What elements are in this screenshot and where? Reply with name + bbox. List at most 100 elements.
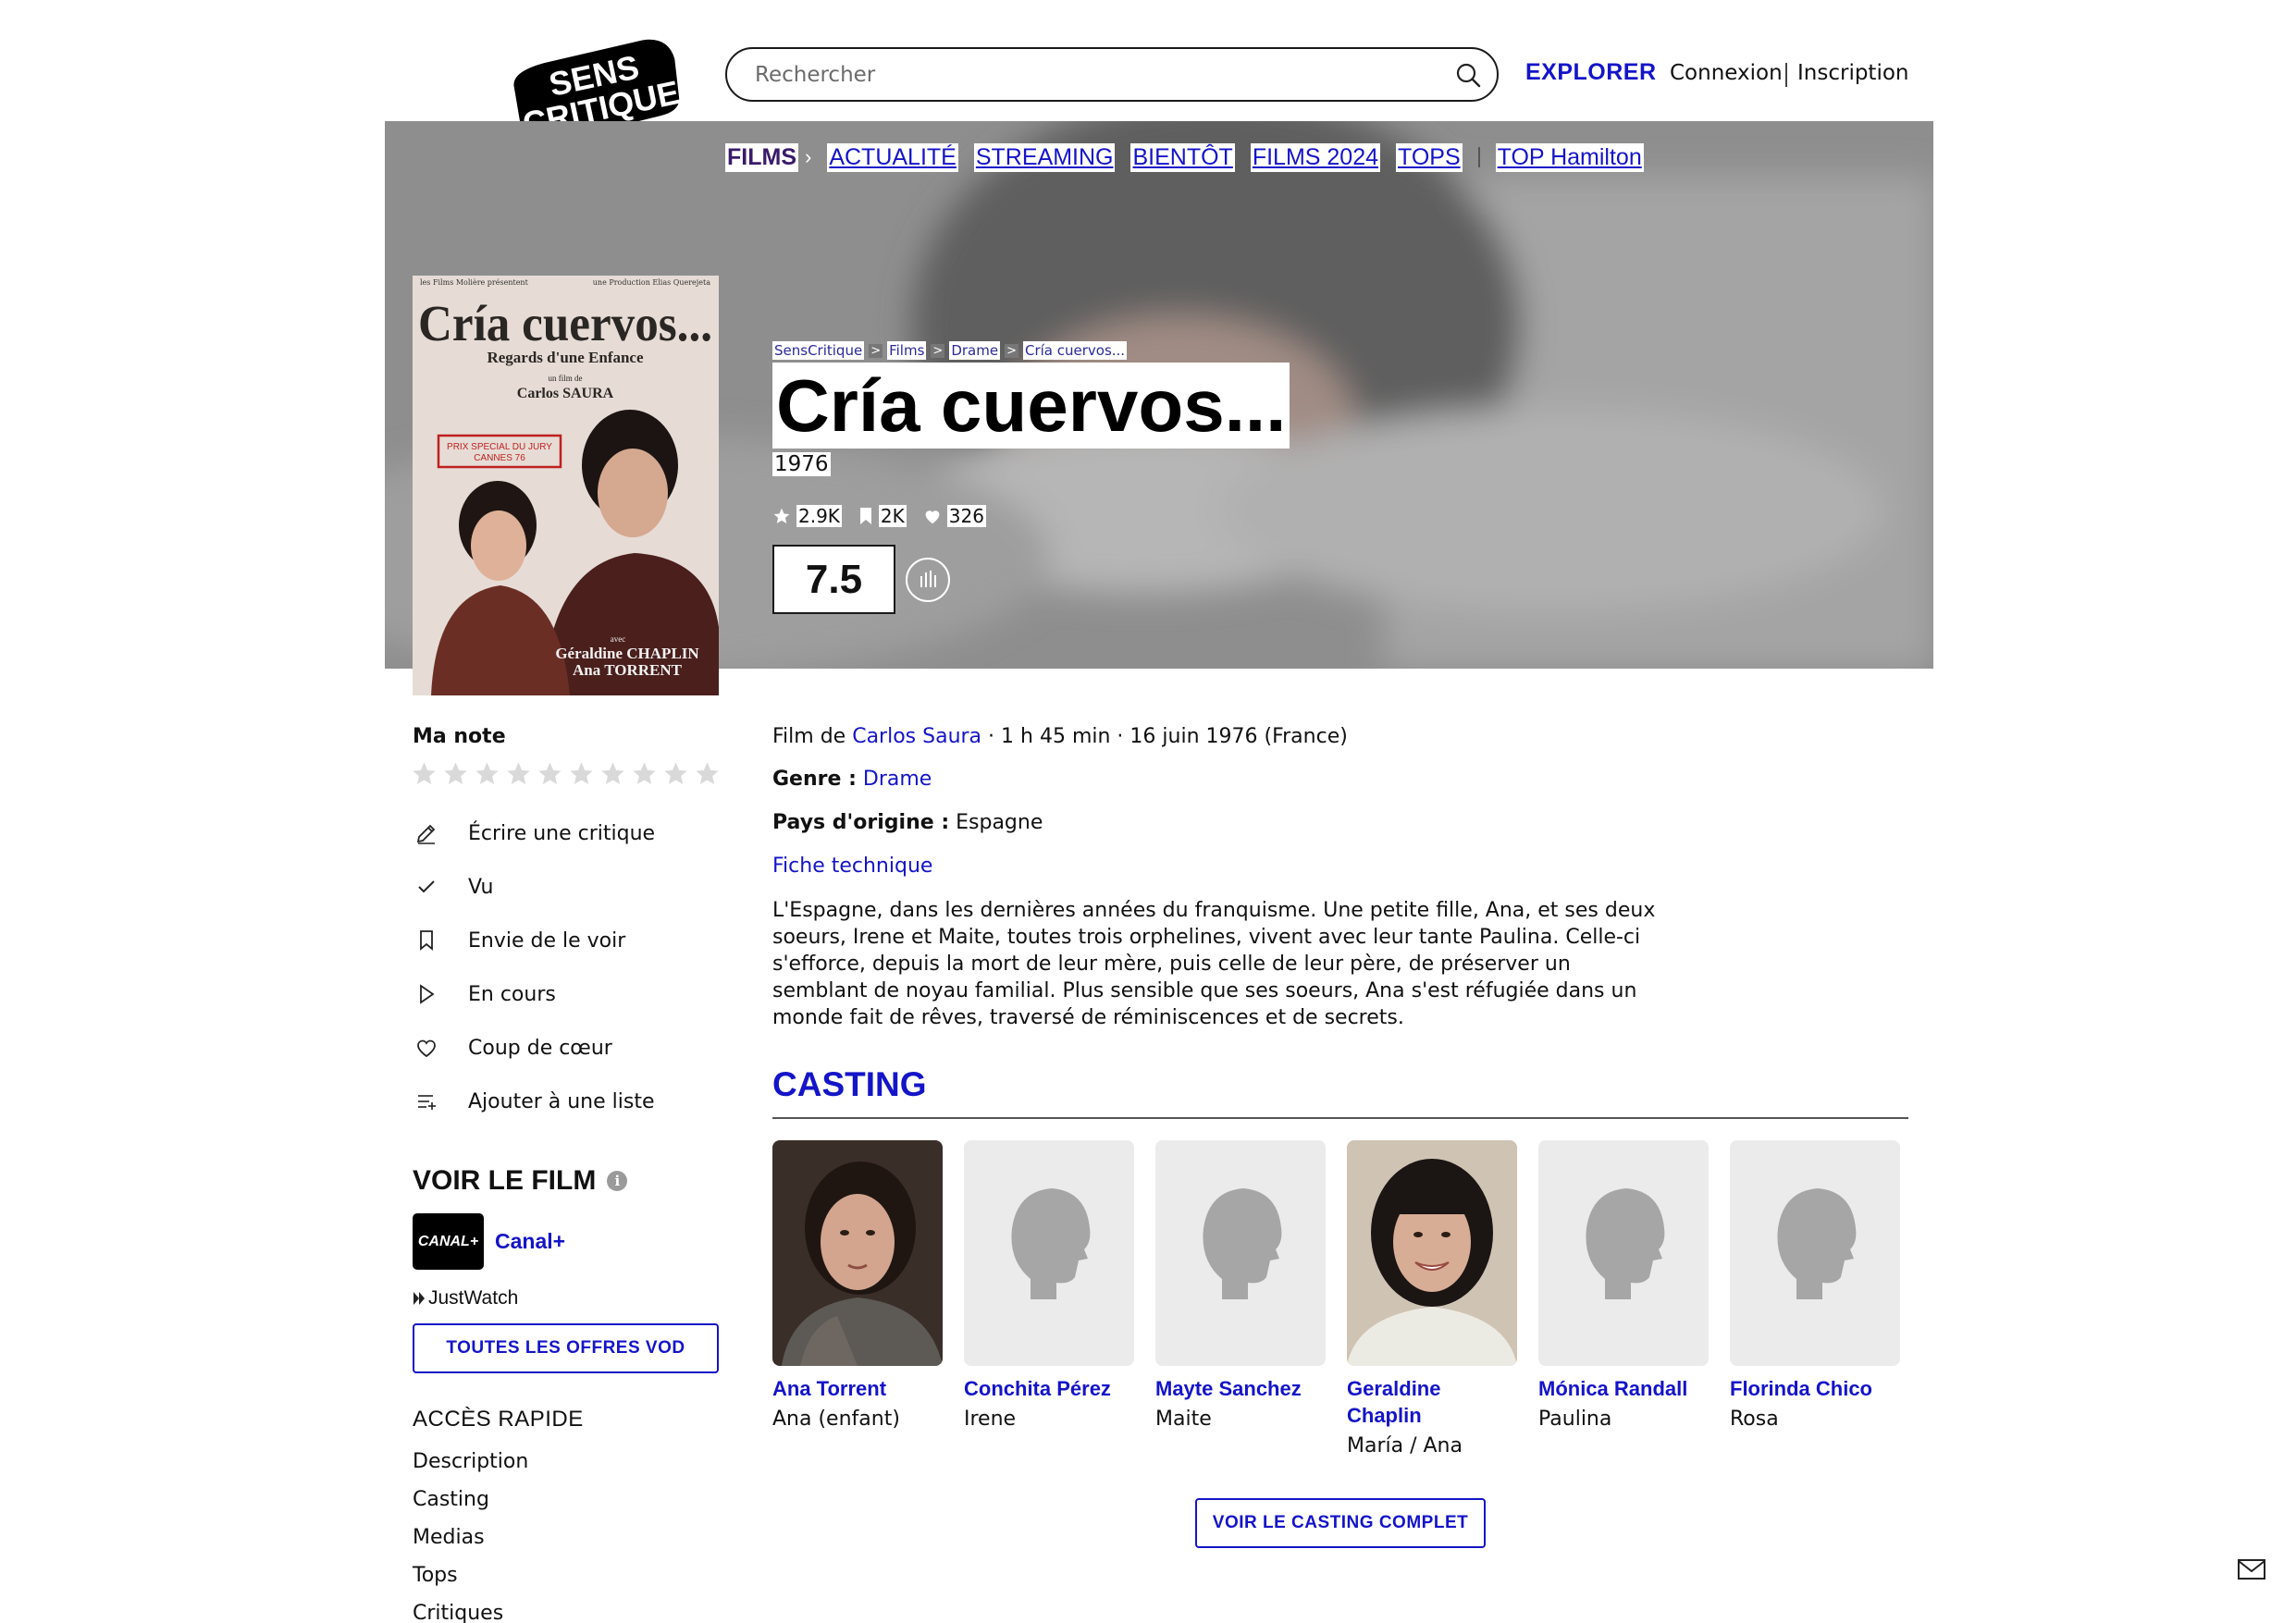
rating-stars[interactable]	[411, 760, 721, 787]
cast-card[interactable]: Ana Torrent Ana (enfant)	[772, 1140, 943, 1432]
write-review-action[interactable]: Écrire une critique	[413, 819, 655, 847]
cast-card[interactable]: Conchita Pérez Irene	[964, 1140, 1134, 1432]
country-label: Pays d'origine :	[772, 811, 950, 834]
cast-card[interactable]: Florinda Chico Rosa	[1730, 1140, 1900, 1432]
rating-star-icon[interactable]	[537, 760, 563, 787]
rating-star-icon[interactable]	[662, 760, 689, 787]
all-vod-offers-button[interactable]: TOUTES LES OFFRES VOD	[413, 1323, 719, 1373]
mail-icon[interactable]	[2236, 1556, 2267, 1582]
wishlist-action[interactable]: Envie de le voir	[413, 927, 625, 954]
breadcrumb-current: Cría cuervos...	[1022, 341, 1128, 360]
actor-name[interactable]: Mayte Sanchez	[1155, 1375, 1326, 1402]
header-divider	[1785, 63, 1787, 87]
action-label: Coup de cœur	[468, 1036, 612, 1060]
technical-sheet-link[interactable]: Fiche technique	[772, 855, 932, 878]
rating-distribution-button[interactable]	[906, 558, 950, 602]
add-to-list-action[interactable]: Ajouter à une liste	[413, 1088, 655, 1115]
casting-divider	[772, 1117, 1908, 1119]
rating-star-icon[interactable]	[505, 760, 532, 787]
cast-card[interactable]: Mónica Randall Paulina	[1538, 1140, 1709, 1432]
quick-link-tops[interactable]: Tops	[413, 1564, 458, 1587]
actor-photo-placeholder[interactable]	[1155, 1140, 1326, 1366]
seen-action[interactable]: Vu	[413, 873, 494, 901]
actor-name[interactable]: Mónica Randall	[1538, 1375, 1709, 1402]
watch-title-text: VOIR LE FILM	[413, 1165, 597, 1196]
poster-by: un film de	[549, 374, 583, 383]
search-bar[interactable]	[725, 47, 1499, 102]
action-label: En cours	[468, 982, 556, 1006]
action-label: Écrire une critique	[468, 821, 656, 845]
cast-card[interactable]: Geraldine Chaplin María / Ana	[1347, 1140, 1517, 1459]
character-name: Maite	[1155, 1408, 1212, 1431]
poster-with: avec	[611, 634, 625, 644]
canal-plus-logo[interactable]: CANAL+	[413, 1213, 484, 1270]
actor-photo[interactable]	[772, 1140, 943, 1366]
nav-films-2024[interactable]: FILMS 2024	[1250, 142, 1381, 172]
rating-star-icon[interactable]	[568, 760, 595, 787]
poster-subtitle: Regards d'une Enfance	[487, 349, 644, 366]
actor-name[interactable]: Conchita Pérez	[964, 1375, 1134, 1402]
play-icon	[420, 984, 435, 1004]
breadcrumb-separator-icon: >	[931, 343, 945, 358]
actor-name[interactable]: Ana Torrent	[772, 1375, 943, 1402]
quick-link-medias[interactable]: Medias	[413, 1526, 485, 1549]
quick-link-description[interactable]: Description	[413, 1450, 528, 1473]
rating-star-icon[interactable]	[694, 760, 721, 787]
poster-director: Carlos SAURA	[517, 386, 614, 401]
person-silhouette-icon	[964, 1140, 1134, 1366]
person-silhouette-icon	[1538, 1140, 1709, 1366]
person-silhouette-icon	[1155, 1140, 1326, 1366]
actor-photo-placeholder[interactable]	[1538, 1140, 1709, 1366]
rating-star-icon[interactable]	[442, 760, 469, 787]
bookmark-icon	[420, 930, 433, 951]
ratings-count: 2.9K	[772, 505, 842, 527]
nav-streaming[interactable]: STREAMING	[973, 142, 1116, 172]
signup-link[interactable]: Inscription	[1797, 61, 1909, 85]
quick-link-critiques[interactable]: Critiques	[413, 1602, 503, 1623]
rating-star-icon[interactable]	[411, 760, 438, 787]
actor-name[interactable]: Florinda Chico	[1730, 1375, 1900, 1402]
cast-card[interactable]: Mayte Sanchez Maite	[1155, 1140, 1326, 1432]
quick-link-casting[interactable]: Casting	[413, 1488, 489, 1511]
genre-link[interactable]: Drame	[863, 768, 932, 791]
casting-title: CASTING	[772, 1065, 927, 1103]
list-add-icon	[418, 1095, 436, 1110]
favorite-action[interactable]: Coup de cœur	[413, 1034, 612, 1062]
page-title: Cría cuervos...	[772, 363, 1290, 449]
actor-photo[interactable]	[1347, 1140, 1517, 1366]
actor-name[interactable]: Geraldine Chaplin	[1347, 1375, 1517, 1429]
justwatch-logo[interactable]: JustWatch	[413, 1287, 518, 1309]
quick-access-title: ACCÈS RAPIDE	[413, 1407, 584, 1432]
movie-poster[interactable]: les Films Molière présentent une Product…	[413, 276, 719, 695]
actor-photo-placeholder[interactable]	[964, 1140, 1134, 1366]
category-nav: FILMS › ACTUALITÉ STREAMING BIENTÔT FILM…	[725, 142, 1644, 172]
rating-star-icon[interactable]	[631, 760, 658, 787]
info-icon[interactable]: i	[607, 1171, 628, 1191]
nav-bientot[interactable]: BIENTÔT	[1130, 142, 1235, 172]
full-casting-button[interactable]: VOIR LE CASTING COMPLET	[1195, 1498, 1486, 1548]
average-score: 7.5	[772, 545, 895, 614]
rating-star-icon[interactable]	[474, 760, 500, 787]
person-silhouette-icon	[1730, 1140, 1900, 1366]
nav-tops[interactable]: TOPS	[1396, 142, 1463, 172]
breadcrumb-item[interactable]: Drame	[949, 341, 1001, 360]
character-name: Ana (enfant)	[772, 1408, 900, 1431]
character-name: Rosa	[1730, 1408, 1779, 1431]
ratings-value: 2.9K	[796, 505, 842, 527]
login-link[interactable]: Connexion	[1670, 61, 1783, 85]
provider-link[interactable]: Canal+	[495, 1229, 565, 1254]
nav-actualite[interactable]: ACTUALITÉ	[827, 142, 958, 172]
breadcrumb-item[interactable]: SensCritique	[772, 341, 865, 360]
nav-films[interactable]: FILMS	[725, 142, 798, 172]
rating-star-icon[interactable]	[599, 760, 626, 787]
character-name: Paulina	[1538, 1408, 1612, 1431]
explore-link[interactable]: EXPLORER	[1525, 59, 1657, 86]
search-icon[interactable]	[1454, 61, 1482, 89]
search-input[interactable]	[755, 49, 1421, 100]
nav-top-hamilton[interactable]: TOP Hamilton	[1495, 142, 1644, 172]
nav-divider	[1477, 147, 1480, 167]
in-progress-action[interactable]: En cours	[413, 980, 556, 1008]
actor-photo-placeholder[interactable]	[1730, 1140, 1900, 1366]
director-link[interactable]: Carlos Saura	[852, 725, 981, 748]
breadcrumb-item[interactable]: Films	[887, 341, 927, 360]
